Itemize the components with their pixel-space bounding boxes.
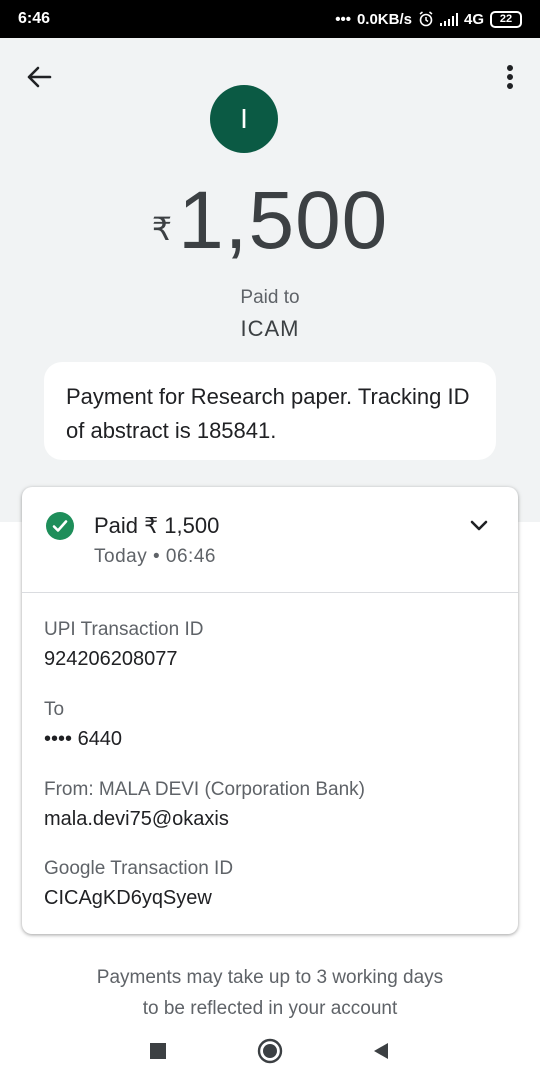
dots-icon: ••• <box>335 10 351 28</box>
more-vert-icon <box>507 65 513 89</box>
battery-icon: 22 <box>490 10 522 28</box>
paid-to-label: Paid to <box>240 287 300 308</box>
paid-status: Paid ₹ 1,500 <box>94 513 220 538</box>
transaction-card: Paid ₹ 1,500 Today • 06:46 UPI Transacti… <box>22 487 518 934</box>
back-button[interactable] <box>22 60 56 94</box>
check-circle-icon <box>46 512 74 540</box>
payment-note: Payment for Research paper. Tracking ID … <box>44 362 496 460</box>
status-bar: 6:46 ••• 0.0KB/s 4G 22 <box>0 0 540 38</box>
google-transaction-id-value: CICAgKD6yqSyew <box>44 887 212 909</box>
payment-amount: ₹ 1,500 <box>0 180 540 262</box>
home-button[interactable] <box>255 1036 285 1066</box>
alarm-icon <box>419 11 433 27</box>
battery-level: 22 <box>499 13 513 25</box>
nav-back-button[interactable] <box>366 1036 396 1066</box>
from-upi-value: mala.devi75@okaxis <box>44 808 229 830</box>
arrow-back-icon <box>27 66 52 88</box>
recents-button[interactable] <box>143 1036 173 1066</box>
triangle-back-icon <box>374 1043 388 1059</box>
avatar-letter: I <box>240 103 248 134</box>
payee-name: ICAM <box>240 316 300 341</box>
transaction-summary[interactable]: Paid ₹ 1,500 Today • 06:46 <box>22 487 518 593</box>
avatar: I <box>210 85 278 153</box>
navigation-bar <box>0 1022 540 1080</box>
circle-icon <box>257 1038 283 1064</box>
footer-line-2: to be reflected in your account <box>142 998 398 1019</box>
paid-time: Today • 06:46 <box>94 546 216 567</box>
google-transaction-id-label: Google Transaction ID <box>44 858 234 879</box>
to-account-value: •••• 6440 <box>44 728 123 750</box>
signal-icon <box>439 12 458 26</box>
status-icons: ••• 0.0KB/s 4G 22 <box>335 10 522 28</box>
status-time: 6:46 <box>18 10 51 27</box>
upi-transaction-id-label: UPI Transaction ID <box>44 619 204 640</box>
footer-note: Payments may take up to 3 working days t… <box>0 962 540 1024</box>
currency-symbol: ₹ <box>151 211 173 247</box>
more-options-button[interactable] <box>496 60 524 94</box>
to-label: To <box>44 699 65 720</box>
upi-transaction-id-value: 924206208077 <box>44 648 178 670</box>
network-speed: 0.0KB/s <box>356 10 412 28</box>
footer-line-1: Payments may take up to 3 working days <box>96 967 444 988</box>
chevron-down-icon[interactable] <box>468 515 490 537</box>
network-type: 4G <box>463 10 484 28</box>
amount-value: 1,500 <box>178 175 389 266</box>
square-icon <box>150 1043 166 1059</box>
from-label: From: MALA DEVI (Corporation Bank) <box>44 779 365 800</box>
